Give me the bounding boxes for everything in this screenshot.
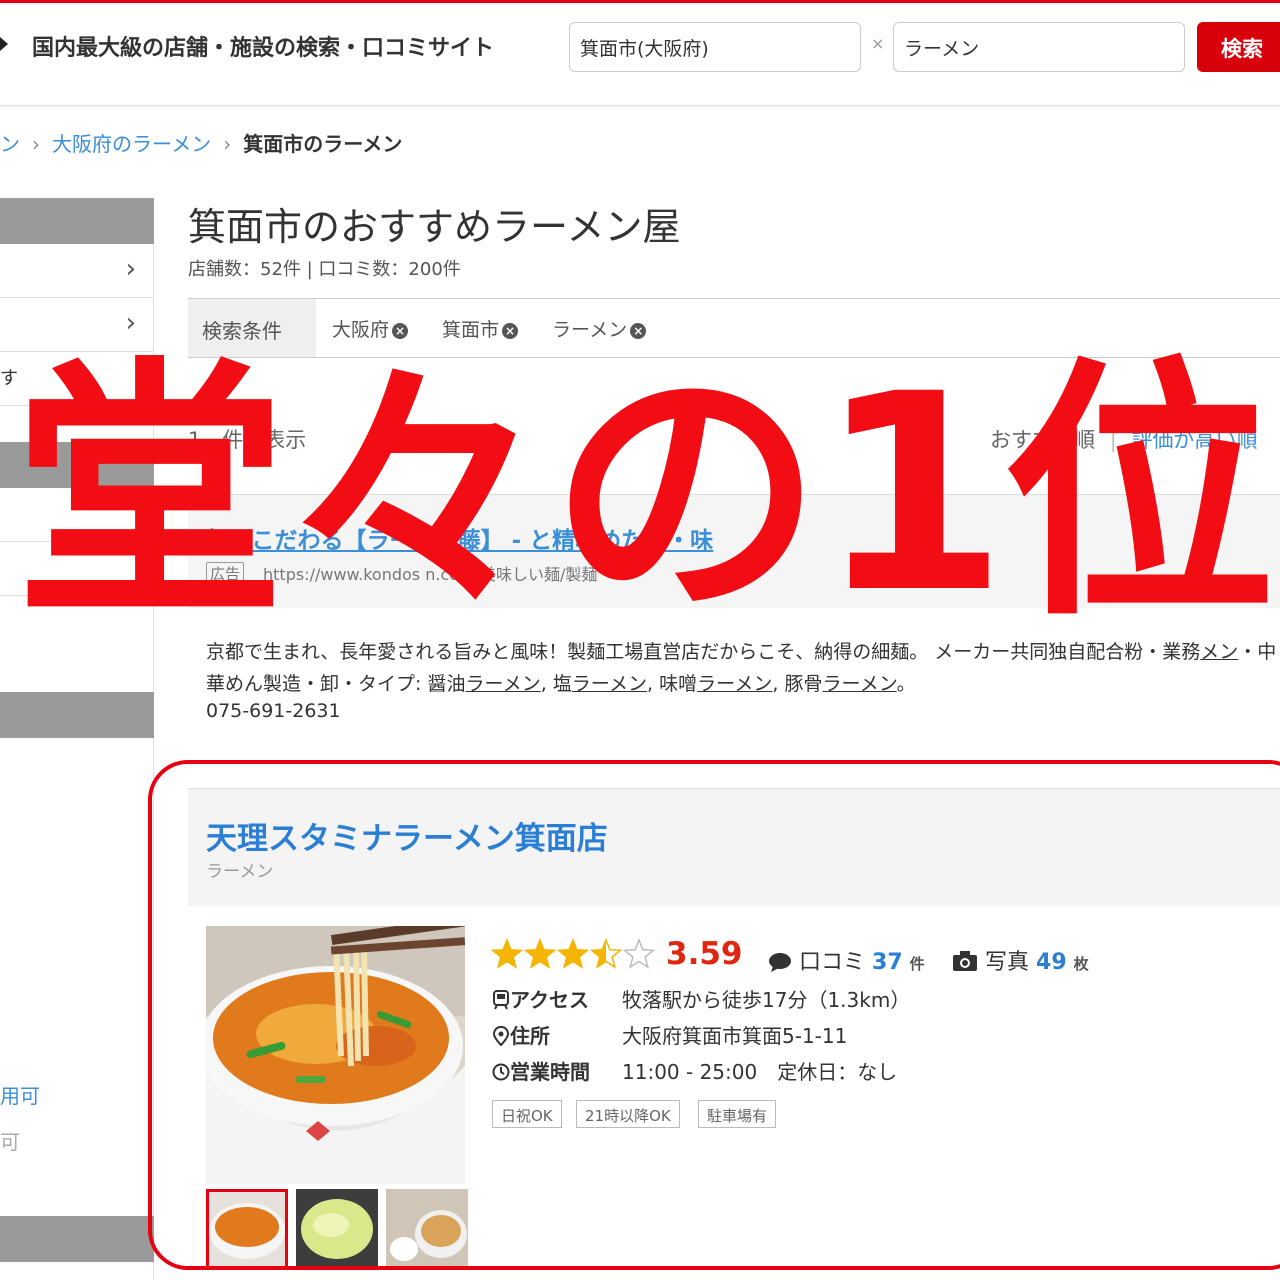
map-pin-icon	[492, 1025, 510, 1047]
breadcrumb: ン › 大阪府のラーメン › 箕面市のラーメン	[0, 128, 402, 160]
hours-value: 11:00 - 25:00 定休日：なし	[622, 1060, 898, 1084]
search-button[interactable]: 検索	[1197, 22, 1280, 72]
address-label: 住所	[492, 1020, 550, 1049]
sidebar-link[interactable]: 用可	[0, 1080, 40, 1109]
star-icon	[523, 938, 557, 969]
sidebar-option-disabled: 可	[0, 1130, 20, 1154]
ramen-bowl-image	[206, 926, 465, 1184]
photo-label: 写真	[985, 950, 1030, 975]
thumbnail[interactable]	[206, 1189, 288, 1269]
access-value: 牧落駅から徒歩17分（1.3km）	[622, 988, 911, 1012]
shop-name-link[interactable]: 天理スタミナラーメン箕面店	[206, 813, 608, 858]
camera-icon	[953, 951, 977, 971]
overlay-caption: 堂々の1位	[14, 337, 1275, 653]
review-count-link[interactable]: 口コミ 37 件	[768, 944, 925, 976]
breadcrumb-separator: ›	[32, 132, 40, 156]
star-icon	[490, 938, 524, 969]
shop-genre: ラーメン	[206, 862, 274, 882]
star-icon	[556, 938, 590, 969]
ad-keyword-link[interactable]: ラーメン	[697, 673, 772, 695]
photo-count-link[interactable]: 写真 49 枚	[952, 944, 1089, 976]
breadcrumb-current: 箕面市のラーメン	[243, 132, 403, 156]
header-accent-line	[0, 0, 1280, 3]
address-label-text: 住所	[510, 1024, 550, 1048]
photo-count: 49	[1036, 950, 1067, 975]
review-unit: 件	[909, 955, 925, 973]
shop-card-header: 天理スタミナラーメン箕面店 ラーメン	[188, 788, 1280, 906]
address-value: 大阪府箕面市箕面5-1-11	[622, 1024, 848, 1048]
hours-label: 営業時間	[492, 1056, 590, 1085]
chevron-right-icon: ›	[125, 254, 136, 284]
ad-description-text: , 味噌	[647, 673, 698, 695]
ad-keyword-link[interactable]: ラーメン	[822, 673, 896, 695]
ad-keyword-link[interactable]: ラーメン	[465, 673, 540, 695]
star-icon	[589, 938, 623, 969]
star-rating-icon	[490, 938, 656, 969]
thumbnail-strip	[206, 1189, 468, 1269]
rating-score: 3.59	[666, 936, 743, 972]
access-label-text: アクセス	[510, 988, 589, 1012]
sidebar-section-header	[0, 692, 154, 738]
site-tagline: 国内最大級の店舗・施設の検索・口コミサイト	[32, 36, 495, 61]
thumbnail[interactable]	[386, 1189, 468, 1269]
area-search-input[interactable]: 箕面市(大阪府)	[569, 22, 861, 72]
ad-description-text: 。	[896, 673, 916, 695]
keyword-search-input[interactable]: ラーメン	[893, 22, 1185, 72]
train-icon	[493, 990, 509, 1010]
search-separator: ×	[871, 34, 885, 53]
logo-arrow-icon	[0, 37, 8, 51]
speech-bubble-icon	[769, 953, 791, 972]
review-label: 口コミ	[799, 950, 866, 975]
site-header: 国内最大級の店舗・施設の検索・口コミサイト 箕面市(大阪府) × ラーメン 検索	[0, 0, 1280, 106]
access-label: アクセス	[492, 984, 589, 1013]
shop-main-photo[interactable]	[206, 926, 465, 1184]
page-stats: 店舗数：52件 | 口コミ数：200件	[188, 259, 461, 280]
breadcrumb-separator: ›	[223, 132, 232, 156]
clock-icon	[492, 1063, 510, 1081]
sidebar-section-header	[0, 198, 154, 244]
feature-tag: 駐車場有	[698, 1100, 777, 1128]
chevron-right-icon: ›	[125, 308, 136, 338]
breadcrumb-link-osaka-ramen[interactable]: 大阪府のラーメン	[52, 132, 211, 156]
ad-description-text: , 塩	[540, 673, 572, 695]
breadcrumb-link[interactable]: ン	[0, 132, 20, 156]
ad-keyword-link[interactable]: ラーメン	[572, 673, 647, 695]
thumbnail[interactable]	[296, 1189, 378, 1269]
page-title: 箕面市のおすすめラーメン屋	[188, 205, 681, 249]
feature-tag: 21時以降OK	[576, 1100, 680, 1128]
feature-tag: 日祝OK	[492, 1100, 562, 1128]
ad-phone[interactable]: 075-691-2631	[206, 700, 341, 722]
ad-description-text: , 豚骨	[772, 673, 823, 695]
review-count: 37	[872, 950, 903, 975]
sidebar-item[interactable]: ›	[0, 244, 154, 298]
photo-unit: 枚	[1073, 955, 1089, 973]
hours-label-text: 営業時間	[510, 1060, 590, 1084]
star-icon	[622, 938, 656, 969]
sidebar-section-header	[0, 1216, 154, 1262]
